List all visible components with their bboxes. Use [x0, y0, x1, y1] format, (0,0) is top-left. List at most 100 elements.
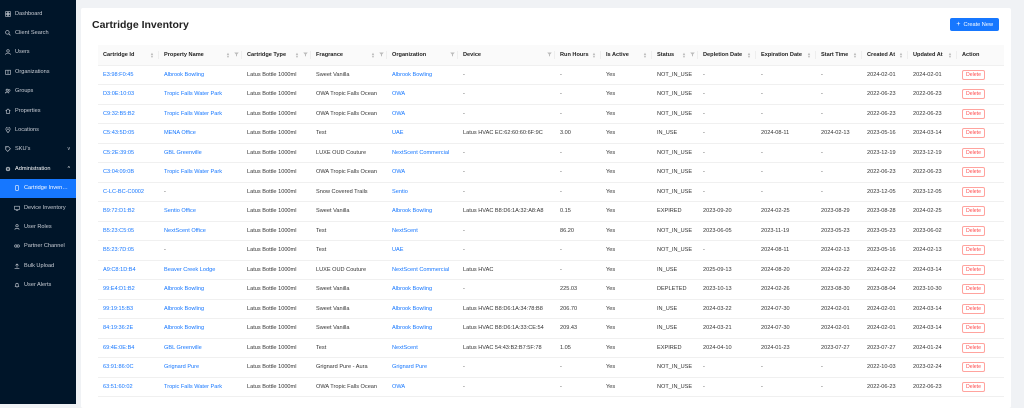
- organization-link[interactable]: NextScent: [387, 338, 458, 358]
- delete-button[interactable]: Delete: [962, 323, 985, 334]
- property-name-link[interactable]: Tropic Falls Water Park: [159, 377, 242, 397]
- property-name-link[interactable]: Albrook Bowling: [159, 279, 242, 300]
- sort-icon[interactable]: ▲ ▼: [371, 52, 375, 59]
- cartridge-id-link[interactable]: 99:19:15:B3: [98, 299, 159, 319]
- property-name-link[interactable]: Albrook Bowling: [159, 65, 242, 85]
- cartridge-id-link[interactable]: B5:23:C5:05: [98, 221, 159, 241]
- sidebar-item-client-search[interactable]: Client Search: [0, 23, 76, 42]
- cartridge-id-link[interactable]: C3:04:09:0B: [98, 162, 159, 183]
- column-header-is-active[interactable]: Is Active ▲ ▼: [601, 45, 652, 66]
- sort-icon[interactable]: ▲ ▼: [853, 52, 857, 59]
- property-name-link[interactable]: MENA Office: [159, 123, 242, 144]
- sort-icon[interactable]: ▲ ▼: [807, 52, 811, 59]
- sidebar-item-organizations[interactable]: Organizations: [0, 62, 76, 81]
- column-header-fragrance[interactable]: Fragrance ▲ ▼: [311, 45, 387, 66]
- sidebar-item-users[interactable]: Users: [0, 43, 76, 62]
- sidebar-item-sku-s[interactable]: SKU's v: [0, 140, 76, 159]
- cartridge-id-link[interactable]: D3:0E:10:03: [98, 84, 159, 105]
- organization-link[interactable]: OWA: [387, 377, 458, 397]
- sidebar-item-user-alerts[interactable]: User Alerts: [0, 275, 76, 294]
- property-name-link[interactable]: Tropic Falls Water Park: [159, 84, 242, 105]
- cartridge-id-link[interactable]: 63:91:86:0C: [98, 357, 159, 378]
- organization-link[interactable]: NextScent Commercial: [387, 143, 458, 163]
- cartridge-id-link[interactable]: B9:72:D1:B2: [98, 201, 159, 222]
- sidebar-item-device-inventory[interactable]: Device Inventory: [0, 198, 76, 217]
- cartridge-id-link[interactable]: 84:19:36:2E: [98, 318, 159, 339]
- property-name-link[interactable]: Beaver Creek Lodge: [159, 260, 242, 280]
- delete-button[interactable]: Delete: [962, 69, 985, 80]
- column-header-depletion-date[interactable]: Depletion Date ▲ ▼: [698, 45, 756, 66]
- organization-link[interactable]: Albrook Bowling: [387, 65, 458, 85]
- delete-button[interactable]: Delete: [962, 186, 985, 197]
- delete-button[interactable]: Delete: [962, 167, 985, 178]
- column-header-cartridge-id[interactable]: Cartridge Id ▲ ▼: [98, 45, 159, 66]
- sidebar-item-partner-channel[interactable]: Partner Channel: [0, 237, 76, 256]
- sort-icon[interactable]: ▲ ▼: [948, 52, 952, 59]
- delete-button[interactable]: Delete: [962, 381, 985, 392]
- cartridge-id-link[interactable]: E3:98:F0:45: [98, 65, 159, 85]
- delete-button[interactable]: Delete: [962, 108, 985, 119]
- filter-icon[interactable]: [303, 52, 308, 59]
- cartridge-id-link[interactable]: A9:C8:1D:B4: [98, 260, 159, 280]
- property-name-link[interactable]: NextScent Office: [159, 221, 242, 241]
- column-header-created-at[interactable]: Created At ▲ ▼: [862, 45, 908, 66]
- property-name-link[interactable]: Sentio Office: [159, 201, 242, 222]
- column-header-expiration-date[interactable]: Expiration Date ▲ ▼: [756, 45, 816, 66]
- property-name-link[interactable]: Tropic Falls Water Park: [159, 104, 242, 124]
- organization-link[interactable]: Albrook Bowling: [387, 299, 458, 319]
- column-header-start-time[interactable]: Start Time ▲ ▼: [816, 45, 862, 66]
- property-name-link[interactable]: Albrook Bowling: [159, 318, 242, 339]
- organization-link[interactable]: Sentio: [387, 182, 458, 202]
- organization-link[interactable]: Albrook Bowling: [387, 201, 458, 222]
- create-new-button[interactable]: + Create New: [950, 18, 999, 31]
- sort-icon[interactable]: ▲ ▼: [150, 52, 154, 59]
- sidebar-item-user-roles[interactable]: User Roles: [0, 217, 76, 236]
- property-name-link[interactable]: GBL Greenville: [159, 338, 242, 358]
- delete-button[interactable]: Delete: [962, 89, 985, 100]
- organization-link[interactable]: Albrook Bowling: [387, 318, 458, 339]
- organization-link[interactable]: UAE: [387, 123, 458, 144]
- property-name-link[interactable]: Tropic Falls Water Park: [159, 162, 242, 183]
- cartridge-id-link[interactable]: C-LC-BC-C0002: [98, 182, 159, 202]
- organization-link[interactable]: Grignard Pure: [387, 357, 458, 378]
- sort-icon[interactable]: ▲ ▼: [295, 52, 299, 59]
- organization-link[interactable]: UAE: [387, 240, 458, 261]
- cartridge-id-link[interactable]: 99:E4:D1:B2: [98, 279, 159, 300]
- organization-link[interactable]: OWA: [387, 162, 458, 183]
- cartridge-id-link[interactable]: C9:32:B5:B2: [98, 104, 159, 124]
- delete-button[interactable]: Delete: [962, 245, 985, 256]
- property-name-link[interactable]: Albrook Bowling: [159, 299, 242, 319]
- organization-link[interactable]: OWA: [387, 84, 458, 105]
- sidebar-item-bulk-upload[interactable]: Bulk Upload: [0, 256, 76, 275]
- organization-link[interactable]: OWA: [387, 104, 458, 124]
- sidebar-item-administration[interactable]: Administration ^: [0, 159, 76, 178]
- delete-button[interactable]: Delete: [962, 147, 985, 158]
- column-header-updated-at[interactable]: Updated At ▲ ▼: [908, 45, 957, 66]
- cartridge-id-link[interactable]: C5:43:5D:05: [98, 123, 159, 144]
- delete-button[interactable]: Delete: [962, 264, 985, 275]
- cartridge-id-link[interactable]: 69:4E:0E:B4: [98, 338, 159, 358]
- filter-icon[interactable]: [450, 52, 455, 59]
- sort-icon[interactable]: ▲ ▼: [592, 52, 596, 59]
- sidebar-item-groups[interactable]: Groups: [0, 82, 76, 101]
- sort-icon[interactable]: ▲ ▼: [682, 52, 686, 59]
- filter-icon[interactable]: [234, 52, 239, 59]
- delete-button[interactable]: Delete: [962, 225, 985, 236]
- delete-button[interactable]: Delete: [962, 303, 985, 314]
- sort-icon[interactable]: ▲ ▼: [226, 52, 230, 59]
- sidebar-item-locations[interactable]: Locations: [0, 120, 76, 139]
- delete-button[interactable]: Delete: [962, 128, 985, 139]
- sidebar-item-dashboard[interactable]: Dashboard: [0, 4, 76, 23]
- organization-link[interactable]: Albrook Bowling: [387, 279, 458, 300]
- cartridge-id-link[interactable]: C5:2E:39:05: [98, 143, 159, 163]
- sort-icon[interactable]: ▲ ▼: [747, 52, 751, 59]
- column-header-property-name[interactable]: Property Name ▲ ▼: [159, 45, 242, 66]
- column-header-cartridge-type[interactable]: Cartridge Type ▲ ▼: [242, 45, 311, 66]
- column-header-status[interactable]: Status ▲ ▼: [652, 45, 698, 66]
- property-name-link[interactable]: Grignard Pure: [159, 357, 242, 378]
- sidebar-item-properties[interactable]: Properties: [0, 101, 76, 120]
- filter-icon[interactable]: [547, 52, 552, 59]
- property-name-link[interactable]: GBL Greenville: [159, 143, 242, 163]
- delete-button[interactable]: Delete: [962, 362, 985, 373]
- cartridge-id-link[interactable]: 63:51:60:02: [98, 377, 159, 397]
